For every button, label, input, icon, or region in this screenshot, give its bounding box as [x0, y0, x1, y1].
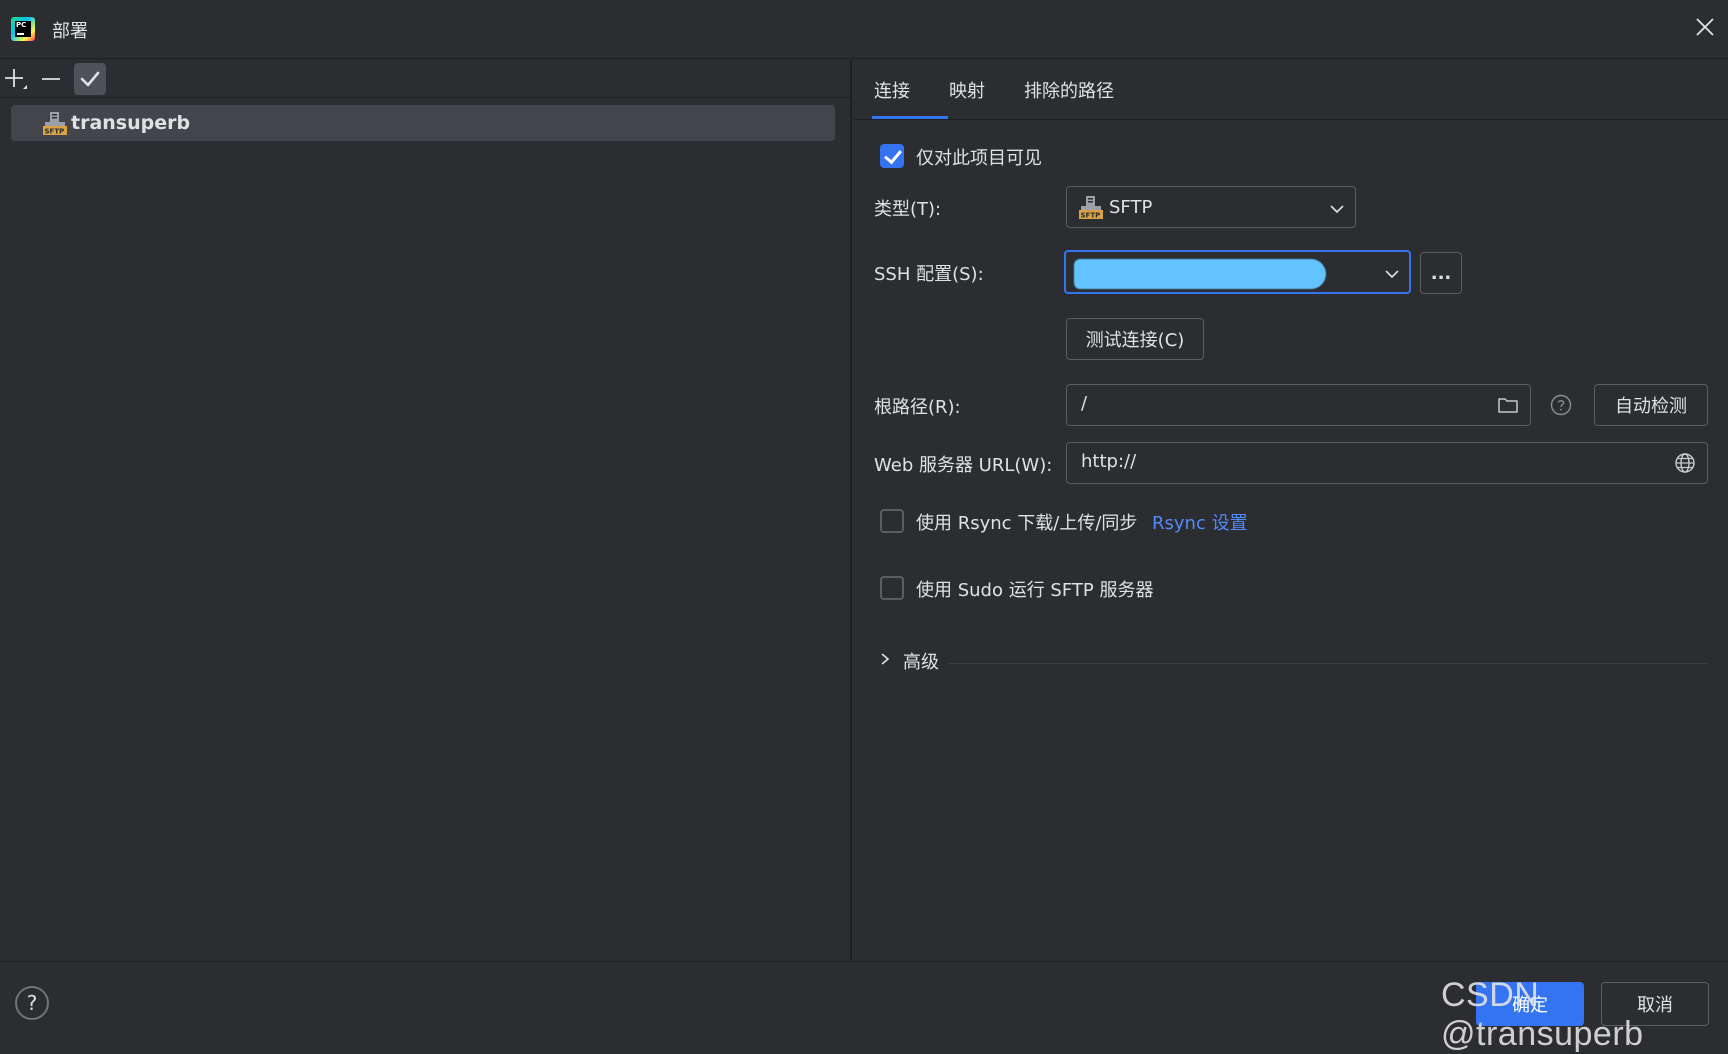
visible-only-label: 仅对此项目可见 [916, 148, 1042, 169]
chevron-right-icon[interactable] [878, 652, 892, 666]
sftp-icon: SFTP [43, 112, 67, 136]
rsync-label: 使用 Rsync 下载/上传/同步 [916, 513, 1138, 534]
advanced-section-toggle[interactable]: 高级 [903, 648, 939, 674]
type-label: 类型(T): [874, 199, 942, 220]
auto-detect-button[interactable]: 自动检测 [1594, 384, 1708, 426]
tab-excluded-paths[interactable]: 排除的路径 [1024, 77, 1114, 103]
folder-icon[interactable] [1497, 394, 1519, 416]
rsync-checkbox[interactable] [880, 509, 904, 533]
svg-text:SFTP: SFTP [45, 128, 65, 136]
cancel-button[interactable]: 取消 [1601, 982, 1709, 1026]
tab-bar: 连接 映射 排除的路径 [854, 60, 1728, 120]
window-title: 部署 [52, 21, 88, 42]
type-value: SFTP [1109, 197, 1153, 218]
server-name: transuperb [71, 112, 191, 134]
root-path-label: 根路径(R): [874, 397, 961, 418]
minus-icon [42, 78, 60, 80]
tab-connection[interactable]: 连接 [874, 77, 910, 103]
remove-server-button[interactable] [35, 63, 67, 95]
visible-only-checkbox[interactable] [880, 144, 904, 168]
svg-text:SFTP: SFTP [1081, 212, 1101, 220]
globe-icon[interactable] [1674, 452, 1696, 474]
logo-text: PC [16, 21, 27, 29]
sudo-label: 使用 Sudo 运行 SFTP 服务器 [916, 580, 1154, 601]
web-url-label: Web 服务器 URL(W): [874, 455, 1053, 476]
help-icon[interactable] [1550, 394, 1572, 416]
web-url-field[interactable]: http:// [1066, 442, 1708, 484]
chevron-down-icon [1385, 270, 1399, 279]
ssh-config-more-button[interactable]: ... [1420, 252, 1462, 294]
root-path-field[interactable]: / [1066, 384, 1531, 426]
settings-panel: 连接 映射 排除的路径 仅对此项目可见 类型(T): SFTP SFTP SSH… [854, 60, 1728, 961]
set-default-button[interactable] [74, 63, 106, 95]
active-tab-indicator [872, 116, 948, 119]
help-button[interactable]: ? [15, 986, 49, 1020]
add-server-button[interactable] [0, 63, 32, 95]
ok-button[interactable]: 确定 [1476, 982, 1584, 1026]
title-bar: PC 部署 [0, 0, 1728, 59]
test-connection-button[interactable]: 测试连接(C) [1066, 318, 1204, 360]
ssh-config-label: SSH 配置(S): [874, 264, 984, 285]
rsync-settings-link[interactable]: Rsync 设置 [1152, 509, 1248, 535]
tab-mappings[interactable]: 映射 [949, 77, 985, 103]
sudo-checkbox[interactable] [880, 576, 904, 600]
type-dropdown[interactable]: SFTP SFTP [1066, 186, 1356, 228]
plus-icon [5, 69, 27, 89]
pycharm-logo-icon: PC [11, 17, 35, 41]
sftp-icon: SFTP [1079, 196, 1103, 220]
advanced-separator [948, 663, 1708, 664]
redacted-ssh-value [1074, 259, 1326, 289]
close-icon[interactable] [1693, 15, 1717, 39]
root-path-value: / [1081, 393, 1088, 414]
check-icon [80, 71, 100, 87]
web-url-value: http:// [1081, 451, 1137, 472]
server-list-item[interactable]: SFTP transuperb [11, 105, 835, 141]
chevron-down-icon [1330, 205, 1344, 214]
server-list-toolbar [0, 60, 852, 98]
server-list-panel: SFTP transuperb [0, 60, 852, 961]
dialog-footer: ? 确定 取消 CSDN @transuperb [0, 961, 1728, 1053]
ssh-config-dropdown[interactable] [1064, 250, 1411, 294]
